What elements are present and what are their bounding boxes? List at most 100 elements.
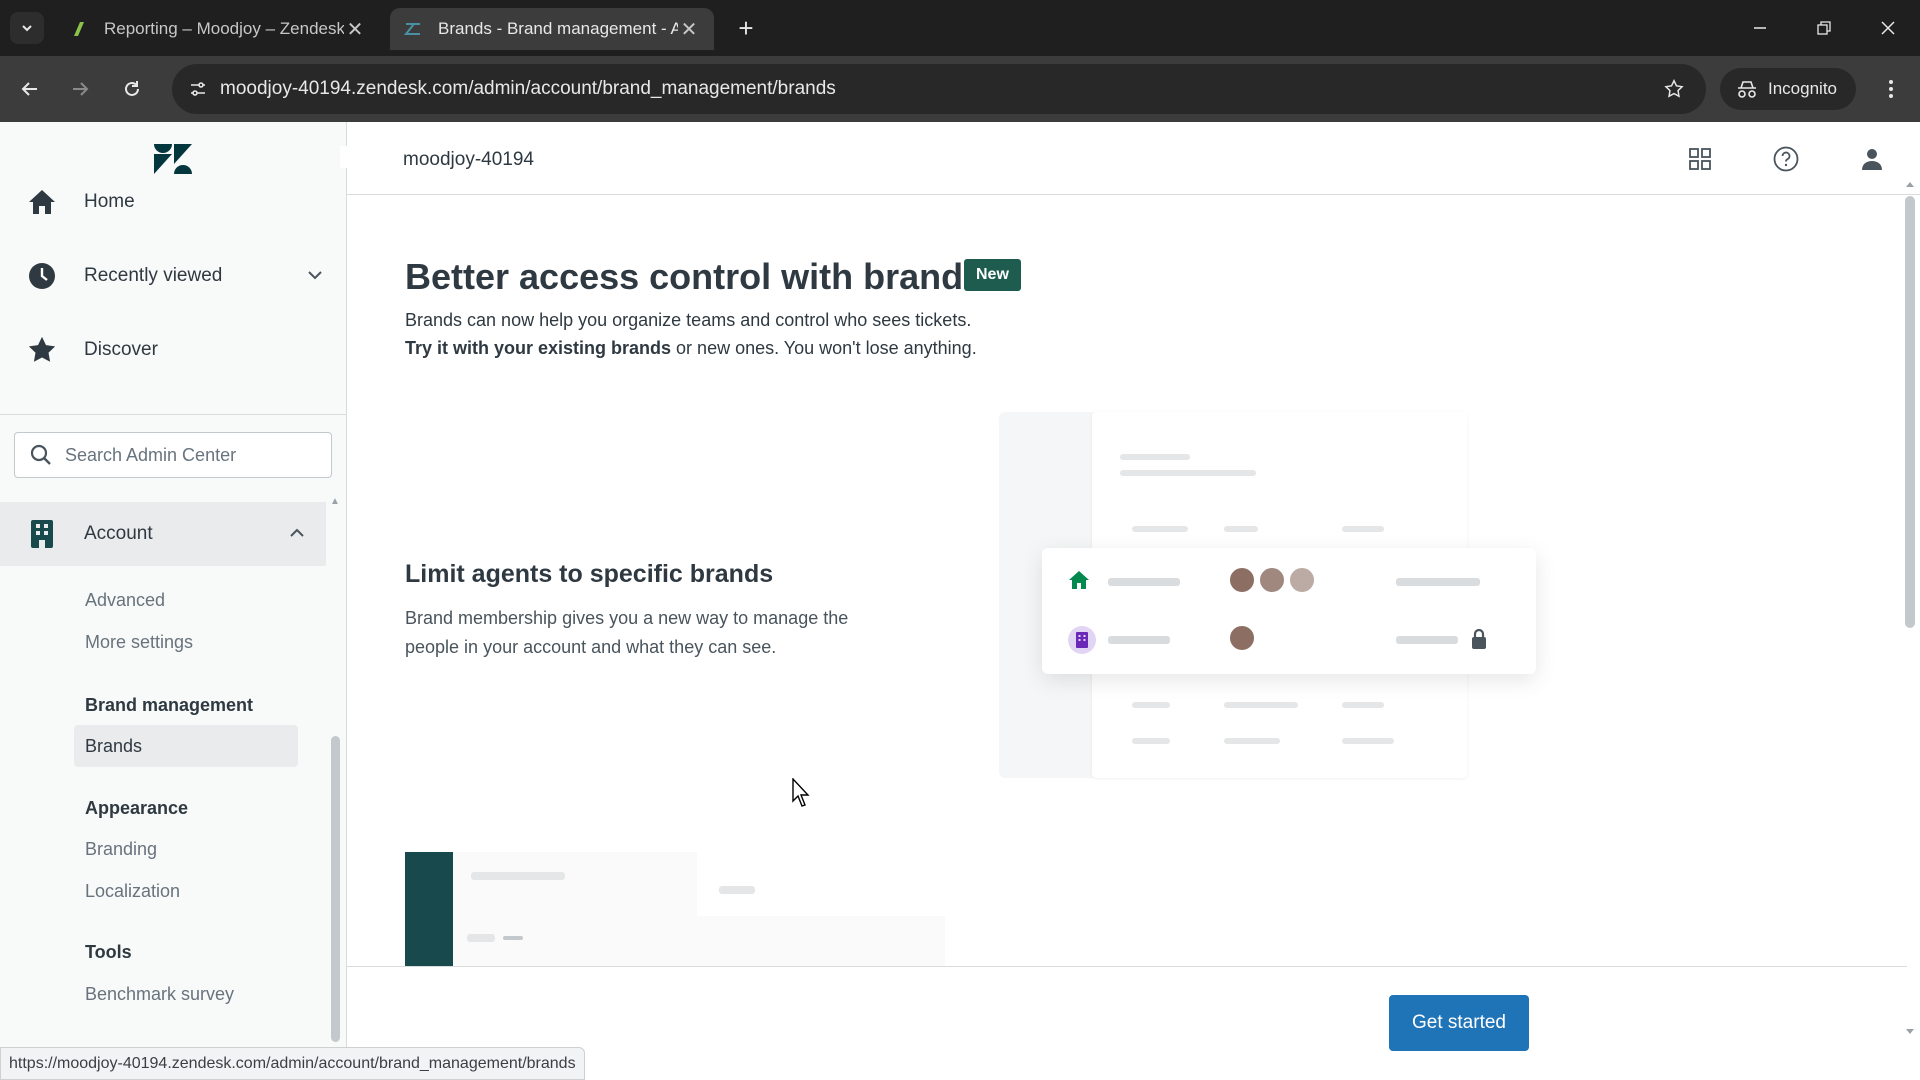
restore-icon <box>1817 21 1831 35</box>
mouse-cursor-icon <box>792 778 810 807</box>
sidebar-heading-tools: Tools <box>85 942 132 962</box>
grid-icon <box>1689 148 1711 170</box>
star-icon <box>26 334 58 366</box>
sidebar-item-branding[interactable]: Branding <box>85 839 157 860</box>
description-line-2: Try it with your existing brands or new … <box>405 334 977 362</box>
sidebar-item-more-settings[interactable]: More settings <box>85 632 193 653</box>
minimize-button[interactable] <box>1736 10 1784 46</box>
nav-recently-viewed-label: Recently viewed <box>84 265 223 286</box>
main-scrollbar[interactable] <box>1900 178 1920 1038</box>
browser-tab-reporting[interactable]: Reporting – Moodjoy – Zendesk ✕ <box>56 8 380 50</box>
sidebar-item-advanced[interactable]: Advanced <box>85 590 165 611</box>
close-icon <box>1881 21 1895 35</box>
reload-icon <box>125 81 139 96</box>
sidebar-divider <box>0 414 346 415</box>
get-started-button[interactable]: Get started <box>1389 995 1529 1051</box>
address-bar[interactable]: moodjoy-40194.zendesk.com/admin/account/… <box>172 64 1706 114</box>
close-tab-icon[interactable]: ✕ <box>678 17 700 42</box>
avatar <box>1228 624 1256 652</box>
clock-icon <box>26 260 58 292</box>
admin-center-app: Home Recently viewed Discover ▲ Account <box>0 122 1920 1080</box>
browser-tab-bar: Reporting – Moodjoy – Zendesk ✕ Brands -… <box>0 0 1920 56</box>
browser-menu-button[interactable] <box>1876 72 1906 106</box>
sidebar-item-brands[interactable]: Brands <box>74 725 298 767</box>
chevron-up-icon[interactable] <box>288 524 306 542</box>
restore-button[interactable] <box>1800 10 1848 46</box>
back-button[interactable] <box>12 71 48 107</box>
scroll-up-icon[interactable] <box>1905 180 1915 188</box>
home-icon <box>26 186 58 218</box>
section-title: Limit agents to specific brands <box>405 560 774 588</box>
nav-recently-viewed[interactable]: Recently viewed <box>0 246 346 306</box>
search-input[interactable] <box>65 444 325 466</box>
help-icon <box>1773 146 1799 172</box>
incognito-icon <box>1738 81 1756 98</box>
page-title: Better access control with brands <box>405 256 984 297</box>
sidebar-item-localization[interactable]: Localization <box>85 881 180 902</box>
scroll-down-icon[interactable] <box>1905 1028 1915 1036</box>
sidebar-heading-appearance: Appearance <box>85 798 189 818</box>
building-icon <box>1068 626 1096 654</box>
building-icon <box>26 518 58 550</box>
new-badge: New <box>964 259 1021 291</box>
search-admin-center[interactable] <box>14 432 332 478</box>
forward-button[interactable] <box>62 71 98 107</box>
zendesk-favicon-icon <box>404 23 420 35</box>
nav-home-label: Home <box>84 191 135 212</box>
new-tab-button[interactable]: + <box>730 12 762 44</box>
arrow-right-icon <box>73 82 89 96</box>
user-icon <box>1862 149 1882 170</box>
avatar <box>1288 566 1316 594</box>
incognito-indicator[interactable]: Incognito <box>1720 68 1856 110</box>
page-description: Brands can now help you organize teams a… <box>405 306 977 362</box>
help-button[interactable] <box>1769 142 1803 176</box>
reload-button[interactable] <box>114 71 150 107</box>
nav-discover[interactable]: Discover <box>0 320 346 380</box>
description-rest: or new ones. You won't lose anything. <box>671 338 977 358</box>
top-bar: moodjoy-40194 <box>347 122 1920 195</box>
nav-home[interactable]: Home <box>0 172 346 232</box>
tab-search-button[interactable] <box>10 12 44 44</box>
tab-title: Reporting – Moodjoy – Zendesk <box>104 19 344 38</box>
sidebar-item-benchmark-survey[interactable]: Benchmark survey <box>85 984 234 1005</box>
avatar <box>1258 566 1286 594</box>
site-info-button[interactable] <box>182 73 214 105</box>
url-text[interactable]: moodjoy-40194.zendesk.com/admin/account/… <box>220 78 836 100</box>
description-line-1: Brands can now help you organize teams a… <box>405 310 972 330</box>
sidebar-scrollbar[interactable] <box>331 736 340 1042</box>
minimize-icon <box>1754 27 1766 29</box>
nav-discover-label: Discover <box>84 339 158 360</box>
zendesk-favicon-icon <box>74 22 84 36</box>
main-content: Better access control with brands New Br… <box>347 196 1907 966</box>
browser-tab-brands[interactable]: Brands - Brand management - Admin ✕ <box>390 8 714 50</box>
incognito-label: Incognito <box>1768 79 1837 98</box>
tune-icon <box>191 82 205 96</box>
avatar <box>1228 566 1256 594</box>
arrow-left-icon <box>21 82 37 96</box>
sidebar-item-brands-label: Brands <box>85 735 143 756</box>
products-button[interactable] <box>1683 142 1717 176</box>
chevron-down-icon[interactable] <box>306 266 324 284</box>
account-name: moodjoy-40194 <box>403 149 534 170</box>
lock-icon <box>1472 628 1486 649</box>
illustration-preview-2 <box>405 852 945 966</box>
sidebar: Home Recently viewed Discover ▲ Account <box>0 122 362 1080</box>
status-bar-url: https://moodjoy-40194.zendesk.com/admin/… <box>0 1047 585 1080</box>
description-emphasis: Try it with your existing brands <box>405 338 672 358</box>
scrollbar-thumb[interactable] <box>1905 196 1915 628</box>
tab-title: Brands - Brand management - Admin <box>438 19 678 38</box>
user-profile-button[interactable] <box>1855 142 1889 176</box>
star-outline-icon <box>1664 79 1684 98</box>
browser-toolbar: moodjoy-40194.zendesk.com/admin/account/… <box>0 56 1920 122</box>
illustration-brand-card <box>1042 548 1536 674</box>
close-tab-icon[interactable]: ✕ <box>344 17 366 42</box>
more-vertical-icon <box>1889 80 1893 98</box>
close-window-button[interactable] <box>1864 10 1912 46</box>
sidebar-scroll-up-arrow[interactable]: ▲ <box>330 496 342 508</box>
nav-account-label: Account <box>84 523 153 544</box>
search-icon <box>30 444 51 465</box>
home-icon <box>1069 571 1089 589</box>
nav-account[interactable]: Account <box>0 502 326 566</box>
bookmark-button[interactable] <box>1658 73 1690 105</box>
zendesk-logo-icon[interactable] <box>152 142 194 176</box>
